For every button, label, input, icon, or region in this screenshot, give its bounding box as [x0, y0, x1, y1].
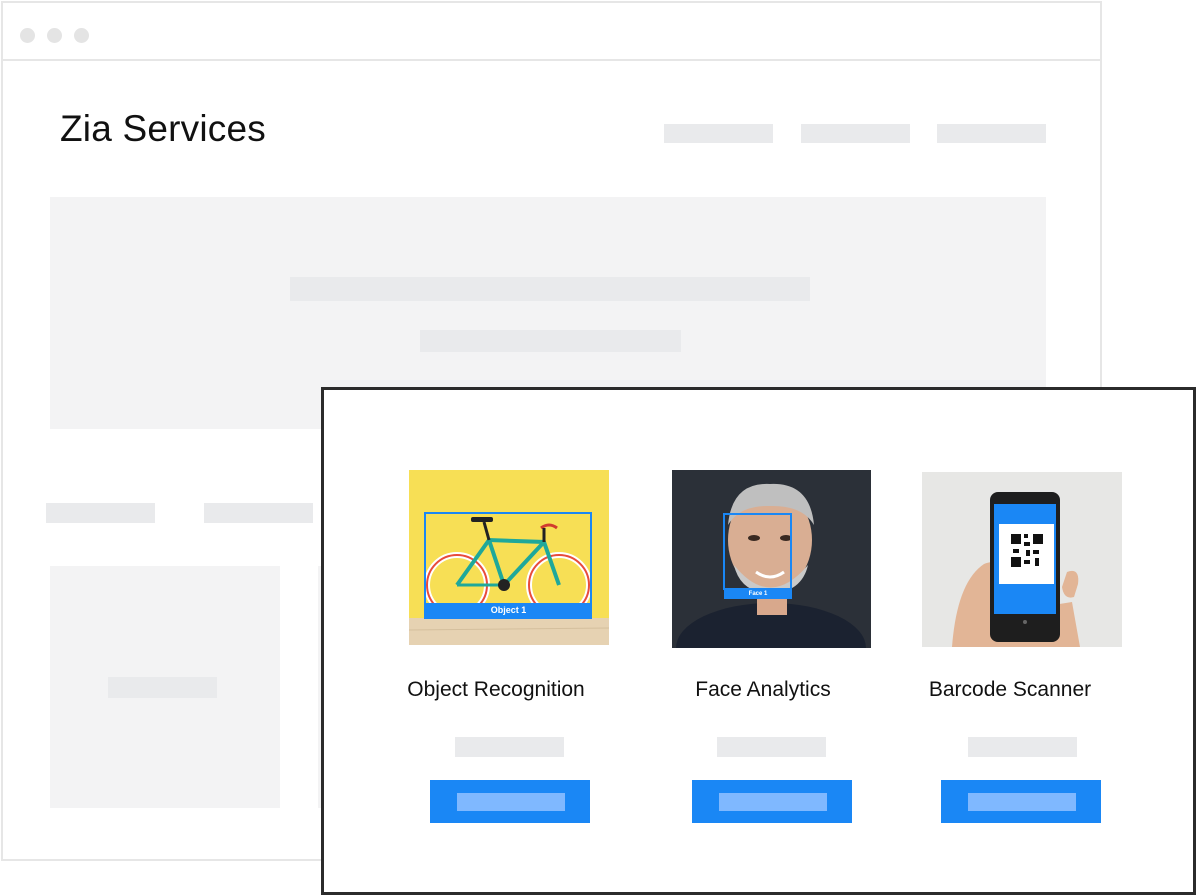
window-dot-minimize[interactable]: [47, 28, 62, 43]
window-dot-maximize[interactable]: [74, 28, 89, 43]
nav-item-placeholder[interactable]: [937, 124, 1046, 143]
bicycle-photo-icon: [409, 470, 609, 645]
card-title-barcode-scanner: Barcode Scanner: [928, 678, 1092, 701]
face-detection-label: Face 1: [724, 589, 792, 599]
object-detection-label: Object 1: [425, 603, 592, 618]
window-titlebar: [3, 3, 1100, 61]
button-label-placeholder: [968, 793, 1076, 811]
object-recognition-button[interactable]: [430, 780, 590, 823]
background-card-label-placeholder: [108, 677, 217, 698]
object-recognition-image: [409, 470, 609, 645]
card-title-face-analytics: Face Analytics: [695, 678, 831, 701]
hero-subheading-placeholder: [420, 330, 681, 352]
nav-item-placeholder[interactable]: [664, 124, 773, 143]
button-label-placeholder: [457, 793, 565, 811]
card-description-placeholder: [968, 737, 1077, 757]
face-photo-icon: [672, 470, 871, 648]
phone-qr-photo-icon: [922, 472, 1122, 647]
tab-placeholder[interactable]: [204, 503, 313, 523]
button-label-placeholder: [719, 793, 827, 811]
tab-placeholder[interactable]: [46, 503, 155, 523]
hero-heading-placeholder: [290, 277, 810, 301]
barcode-scanner-button[interactable]: [941, 780, 1101, 823]
card-description-placeholder: [717, 737, 826, 757]
face-analytics-image: [672, 470, 871, 648]
face-analytics-button[interactable]: [692, 780, 852, 823]
barcode-scanner-image: [922, 472, 1122, 647]
card-title-object-recognition: Object Recognition: [407, 678, 585, 701]
card-description-placeholder: [455, 737, 564, 757]
nav-item-placeholder[interactable]: [801, 124, 910, 143]
window-dot-close[interactable]: [20, 28, 35, 43]
page-title: Zia Services: [60, 108, 266, 149]
